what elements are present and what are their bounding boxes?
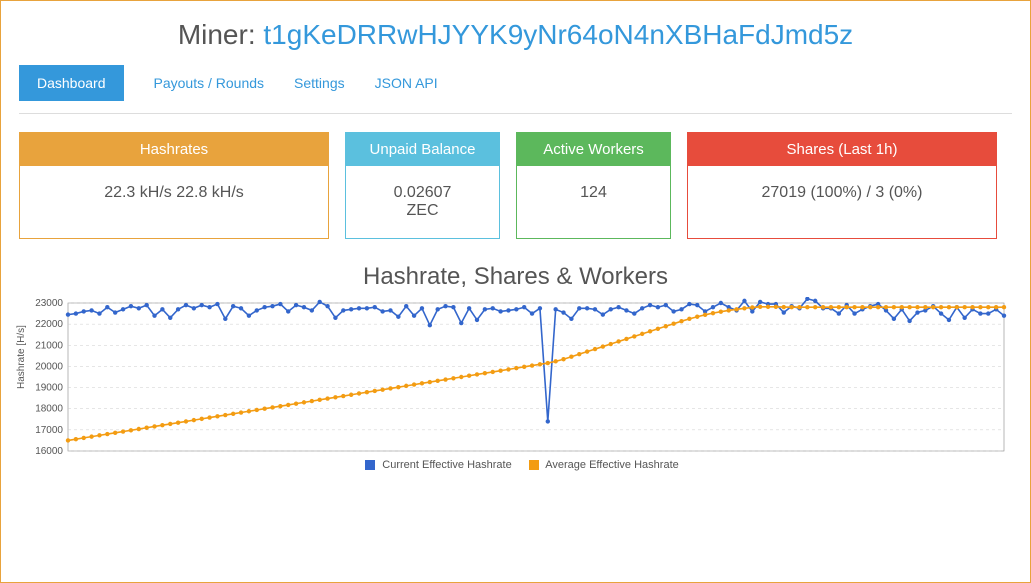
card-unpaid-value: 0.02607 ZEC xyxy=(346,166,499,238)
legend-average: Average Effective Hashrate xyxy=(545,459,679,471)
stats-cards: Hashrates 22.3 kH/s 22.8 kH/s Unpaid Bal… xyxy=(19,132,1012,239)
chart-title: Hashrate, Shares & Workers xyxy=(19,263,1012,291)
tab-payouts[interactable]: Payouts / Rounds xyxy=(154,75,265,91)
svg-text:21000: 21000 xyxy=(35,340,63,351)
legend-swatch-current xyxy=(365,460,375,470)
tab-bar: Dashboard Payouts / Rounds Settings JSON… xyxy=(19,65,1012,114)
legend-current: Current Effective Hashrate xyxy=(382,459,511,471)
tab-json-api[interactable]: JSON API xyxy=(375,75,438,91)
svg-text:17000: 17000 xyxy=(35,425,63,436)
title-prefix: Miner: xyxy=(178,19,264,50)
miner-address[interactable]: t1gKeDRRwHJYYK9yNr64oN4nXBHaFdJmd5z xyxy=(263,19,853,50)
hashrate-chart: Hashrate [H/s] 1600017000180001900020000… xyxy=(20,297,1010,483)
card-workers-value: 124 xyxy=(517,166,670,220)
card-unpaid-title: Unpaid Balance xyxy=(346,133,499,166)
chart-svg: 16000 17000 18000 19000 20000 21000 22000 23000 xyxy=(20,297,1010,457)
card-workers-title: Active Workers xyxy=(517,133,670,166)
card-hashrates-value: 22.3 kH/s 22.8 kH/s xyxy=(20,166,328,220)
card-shares: Shares (Last 1h) 27019 (100%) / 3 (0%) xyxy=(687,132,997,239)
card-shares-title: Shares (Last 1h) xyxy=(688,133,996,166)
svg-text:20000: 20000 xyxy=(35,361,63,372)
card-hashrates-title: Hashrates xyxy=(20,133,328,166)
unpaid-amount: 0.02607 xyxy=(352,184,493,202)
chart-ylabel: Hashrate [H/s] xyxy=(16,325,27,389)
tab-settings[interactable]: Settings xyxy=(294,75,345,91)
tab-dashboard[interactable]: Dashboard xyxy=(19,65,124,101)
chart-legend: Current Effective Hashrate Average Effec… xyxy=(20,459,1010,471)
card-shares-value: 27019 (100%) / 3 (0%) xyxy=(688,166,996,220)
card-hashrates: Hashrates 22.3 kH/s 22.8 kH/s xyxy=(19,132,329,239)
svg-text:22000: 22000 xyxy=(35,319,63,330)
legend-swatch-average xyxy=(529,460,539,470)
svg-text:23000: 23000 xyxy=(35,298,63,309)
unpaid-currency: ZEC xyxy=(352,202,493,220)
svg-text:18000: 18000 xyxy=(35,404,63,415)
svg-text:19000: 19000 xyxy=(35,383,63,394)
page-title: Miner: t1gKeDRRwHJYYK9yNr64oN4nXBHaFdJmd… xyxy=(19,19,1012,51)
svg-text:16000: 16000 xyxy=(35,446,63,457)
card-unpaid-balance: Unpaid Balance 0.02607 ZEC xyxy=(345,132,500,239)
card-active-workers: Active Workers 124 xyxy=(516,132,671,239)
